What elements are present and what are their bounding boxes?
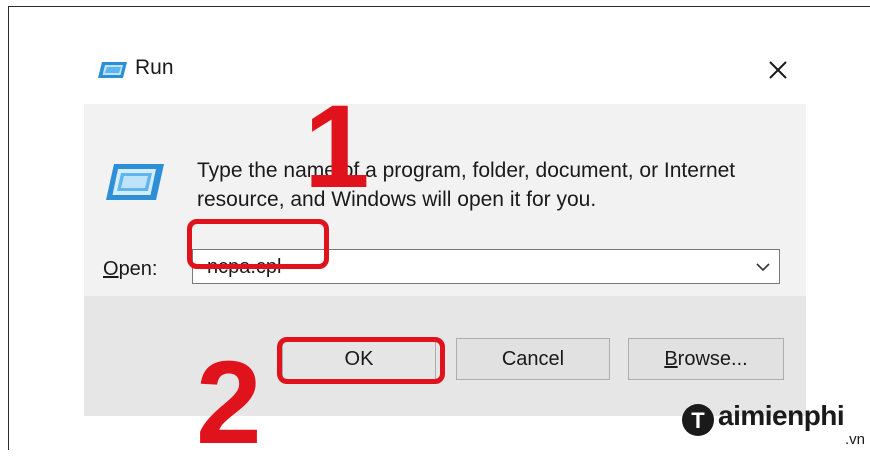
step-1-annotation: 1	[304, 81, 370, 213]
run-large-icon	[104, 162, 166, 207]
watermark-suffix: .vn	[845, 431, 866, 448]
frame-top-border	[8, 6, 870, 7]
browse-mnemonic: B	[664, 348, 678, 370]
open-label: Open:	[103, 258, 158, 281]
browse-label-rest: rowse...	[677, 348, 748, 370]
input-highlight-box	[187, 219, 329, 269]
window-title: Run	[135, 56, 174, 79]
button-bar: OK Cancel Browse...	[84, 296, 806, 416]
title-bar: Run	[84, 20, 806, 104]
watermark-logo: T	[680, 402, 716, 443]
open-label-mnemonic: O	[103, 258, 119, 280]
close-button[interactable]	[760, 52, 796, 88]
description-line-1: Type the name of a program, folder, docu…	[197, 159, 736, 182]
chevron-down-icon[interactable]	[755, 260, 771, 278]
watermark-logo-letter: T	[691, 408, 705, 433]
description-line-2: resource, and Windows will open it for y…	[197, 188, 597, 211]
watermark-text: aimienphi	[718, 400, 845, 431]
open-label-rest: pen:	[118, 258, 158, 280]
frame-left-border	[8, 6, 9, 450]
cancel-button[interactable]: Cancel	[456, 338, 610, 380]
step-2-annotation: 2	[196, 337, 262, 469]
ok-highlight-box	[277, 337, 445, 384]
description-text: Type the name of a program, folder, docu…	[197, 156, 797, 214]
close-icon	[769, 61, 787, 79]
browse-button[interactable]: Browse...	[628, 338, 784, 380]
run-icon	[97, 60, 129, 85]
run-dialog: Run Type the name of a program, folder, …	[84, 20, 806, 416]
